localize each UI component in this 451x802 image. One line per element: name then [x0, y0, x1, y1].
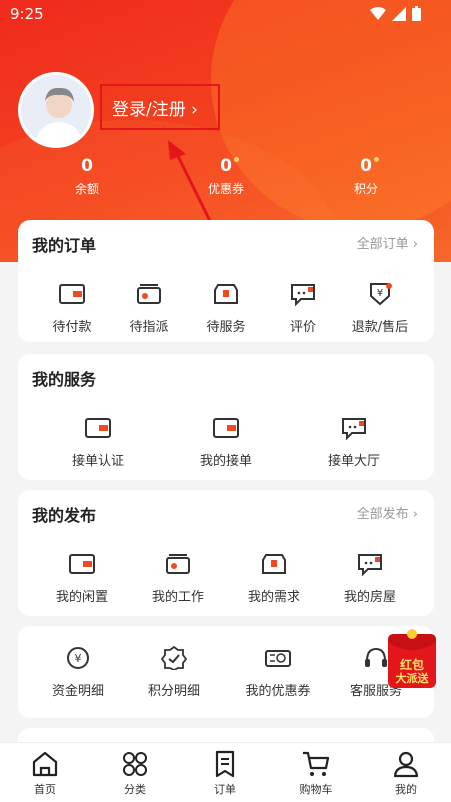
tab-label: 购物车	[299, 783, 333, 796]
tool-points-details[interactable]: 积分明细	[134, 645, 214, 699]
tool-fund-details[interactable]: ¥ 资金明细	[38, 646, 118, 699]
tool-item-label: 资金明细	[51, 684, 104, 699]
tab-label: 我的	[395, 783, 417, 796]
service-certification[interactable]: 接单认证	[58, 416, 138, 469]
svg-text:¥: ¥	[75, 652, 82, 665]
comment-icon	[291, 284, 315, 307]
order-review[interactable]: 评价	[263, 282, 343, 335]
order-item-label: 待服务	[206, 320, 246, 335]
box-icon	[214, 284, 238, 304]
stat-value: 0	[81, 156, 93, 176]
comment-icon	[358, 554, 382, 577]
tab-label: 订单	[214, 783, 236, 796]
service-item-label: 接单大厅	[327, 454, 380, 469]
user-icon	[393, 751, 419, 778]
publish-item-label: 我的需求	[247, 590, 300, 605]
service-item-label: 我的接单	[199, 454, 252, 469]
orders-title: 我的订单	[32, 236, 97, 255]
tool-item-label: 我的优惠券	[245, 684, 311, 699]
refresh-money-icon: ¥	[67, 647, 89, 669]
orders-card: 我的订单 全部订单 › 待付款 待指派 待服务 评价 ¥ 退款/售后	[18, 220, 434, 342]
publish-card: 我的发布 全部发布 › 我的闲置 我的工作 我的需求 我的房屋	[18, 490, 434, 616]
red-packet-promo[interactable]: 红包 大派送	[386, 628, 438, 690]
publish-houses[interactable]: 我的房屋	[330, 552, 410, 605]
stat-value: 0	[360, 156, 372, 176]
order-item-label: 待付款	[52, 320, 92, 335]
service-my-orders[interactable]: 我的接单	[186, 416, 266, 469]
tab-label: 首页	[34, 783, 56, 796]
tab-label: 分类	[124, 783, 146, 796]
order-pending-service[interactable]: 待服务	[186, 282, 266, 335]
publish-item-label: 我的房屋	[343, 590, 396, 605]
tab-home[interactable]: 首页	[10, 749, 80, 797]
stat-coupons[interactable]: 0 优惠券	[191, 156, 261, 197]
promo-line2: 大派送	[395, 672, 429, 685]
tab-category[interactable]: 分类	[100, 749, 170, 797]
receipt-icon	[215, 750, 235, 778]
order-pending-assign[interactable]: 待指派	[109, 282, 189, 335]
notification-dot	[233, 157, 239, 162]
all-orders-link[interactable]: 全部订单 ›	[357, 233, 418, 252]
tool-item-label: 积分明细	[147, 684, 200, 699]
order-item-label: 评价	[289, 320, 316, 335]
badge-check-icon	[160, 645, 188, 672]
tools-card: ¥ 资金明细 积分明细 我的优惠券 客服服务	[18, 626, 434, 718]
publish-title: 我的发布	[32, 506, 97, 525]
svg-text:¥: ¥	[377, 288, 383, 299]
publish-item-label: 我的工作	[151, 590, 204, 605]
publish-needs[interactable]: 我的需求	[234, 552, 314, 605]
tool-my-coupons[interactable]: 我的优惠券	[234, 646, 322, 699]
comment-icon	[342, 418, 366, 441]
services-title: 我的服务	[32, 370, 97, 389]
all-publish-link[interactable]: 全部发布 ›	[357, 503, 418, 522]
publish-idle[interactable]: 我的闲置	[42, 552, 122, 605]
order-item-label: 退款/售后	[351, 320, 409, 335]
wallet-icon	[85, 418, 111, 438]
wallet-icon	[213, 418, 239, 438]
tab-orders[interactable]: 订单	[190, 749, 260, 797]
service-item-label: 接单认证	[71, 454, 124, 469]
notification-dot	[373, 157, 379, 162]
stat-label: 优惠券	[207, 182, 244, 196]
stat-points[interactable]: 0 积分	[331, 156, 401, 197]
service-order-hall[interactable]: 接单大厅	[314, 416, 394, 469]
box-icon	[262, 554, 286, 574]
wallet-icon	[59, 284, 85, 304]
grid-icon	[123, 752, 147, 776]
card-stack-icon	[137, 284, 161, 304]
stat-balance[interactable]: 0 余额	[52, 156, 122, 197]
services-card: 我的服务 接单认证 我的接单 接单大厅	[18, 354, 434, 480]
stat-label: 余额	[74, 182, 99, 196]
tab-cart[interactable]: 购物车	[281, 749, 351, 797]
card-stack-icon	[166, 554, 190, 574]
order-pending-payment[interactable]: 待付款	[32, 282, 112, 335]
bottom-tab-bar: 首页 分类 订单 购物车 我的	[0, 742, 451, 802]
wallet-icon	[69, 554, 95, 574]
order-refund[interactable]: ¥ 退款/售后	[340, 282, 420, 335]
order-item-label: 待指派	[129, 320, 169, 335]
publish-item-label: 我的闲置	[55, 590, 108, 605]
coupon-icon	[265, 650, 291, 667]
cart-icon	[303, 751, 330, 776]
stat-value: 0	[220, 156, 232, 176]
home-icon	[32, 751, 58, 777]
publish-jobs[interactable]: 我的工作	[138, 552, 218, 605]
tab-mine[interactable]: 我的	[371, 749, 441, 797]
stat-label: 积分	[353, 182, 378, 196]
refund-icon: ¥	[370, 283, 392, 306]
